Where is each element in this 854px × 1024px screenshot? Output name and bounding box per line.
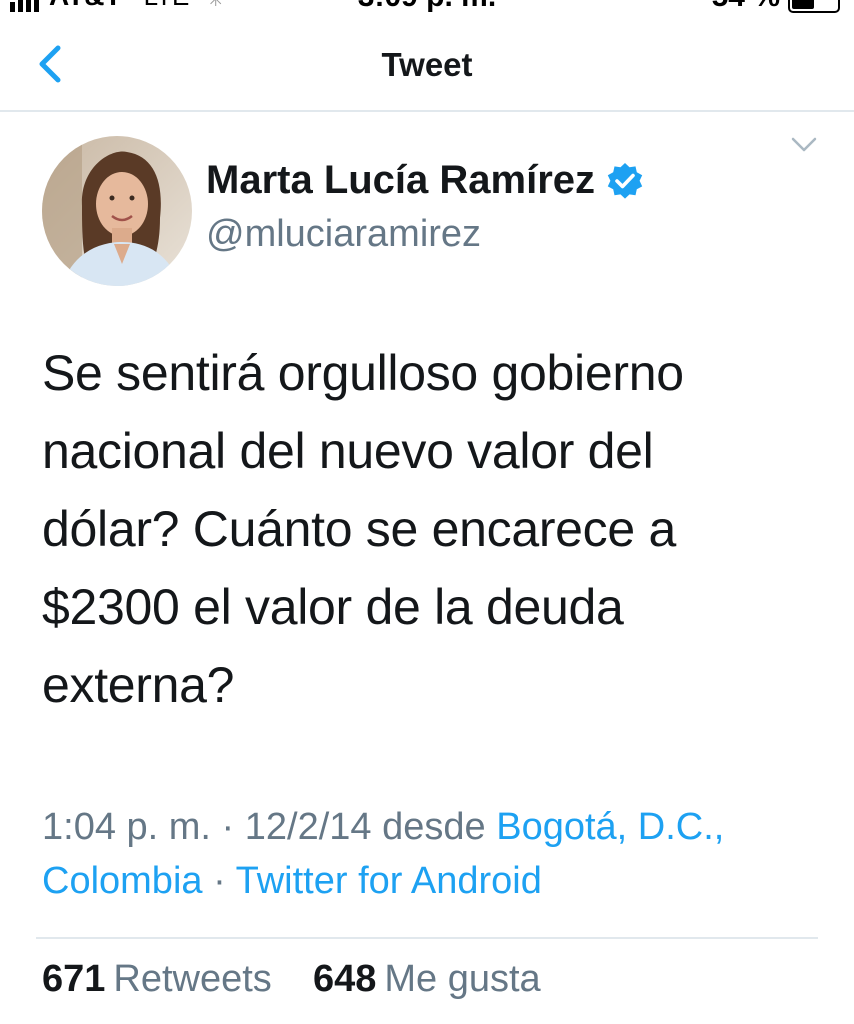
- status-right: 54 %: [712, 0, 840, 14]
- divider: [36, 937, 818, 939]
- status-bar: AT&T LTE ✳ 3:09 p. m. 54 %: [0, 0, 854, 14]
- more-options-button[interactable]: [790, 136, 818, 154]
- location-link-continued[interactable]: Colombia: [42, 860, 203, 902]
- from-label: desde: [382, 806, 486, 848]
- author-display-name[interactable]: Marta Lucía Ramírez: [206, 158, 645, 203]
- tweet-date: 12/2/14: [244, 806, 372, 848]
- display-name-text: Marta Lucía Ramírez: [206, 158, 596, 202]
- tweet-time: 1:04 p. m.: [42, 806, 211, 848]
- meta-separator: ·: [213, 860, 226, 902]
- tweet-text-line: Se sentirá orgulloso gobierno: [42, 345, 684, 401]
- author-handle[interactable]: @mluciaramirez: [206, 213, 481, 256]
- battery-percent: 54 %: [712, 0, 780, 14]
- retweets-stat[interactable]: 671 Retweets: [42, 958, 282, 1000]
- likes-count: 648: [312, 958, 377, 1000]
- retweets-count: 671: [42, 958, 106, 1000]
- profile-photo-icon: [42, 136, 192, 286]
- tweet-text-line: $2300 el valor de la deuda: [42, 579, 624, 635]
- verified-badge-icon: [607, 162, 643, 199]
- tweet-text-line: dólar? Cuánto se encarece a: [42, 501, 676, 557]
- tweet-detail-screen: AT&T LTE ✳ 3:09 p. m. 54 % Tweet: [0, 0, 854, 1024]
- tweet-text: Se sentirá orgulloso gobierno nacional d…: [42, 334, 822, 724]
- chevron-down-icon: [791, 137, 817, 152]
- likes-label: Me gusta: [384, 958, 541, 1000]
- likes-stat[interactable]: 648 Me gusta: [313, 958, 541, 1000]
- nav-bar: Tweet: [0, 14, 854, 112]
- tweet-stats: 671 Retweets 648 Me gusta: [42, 958, 541, 1001]
- tweet-text-line: nacional del nuevo valor del: [42, 423, 654, 479]
- meta-line-1: 1:04 p. m. · 12/2/14 desde Bogotá, D.C.,: [42, 800, 832, 854]
- meta-separator: ·: [221, 806, 235, 848]
- retweets-label: Retweets: [113, 958, 272, 1000]
- meta-line-2: Colombia · Twitter for Android: [42, 854, 832, 908]
- avatar[interactable]: [42, 136, 192, 286]
- battery-icon: [788, 0, 840, 13]
- source-app-link[interactable]: Twitter for Android: [236, 860, 542, 902]
- page-title: Tweet: [381, 46, 473, 83]
- tweet-text-line: externa?: [42, 657, 235, 713]
- tweet-meta: 1:04 p. m. · 12/2/14 desde Bogotá, D.C.,…: [42, 800, 832, 908]
- location-link[interactable]: Bogotá, D.C.,: [496, 806, 724, 848]
